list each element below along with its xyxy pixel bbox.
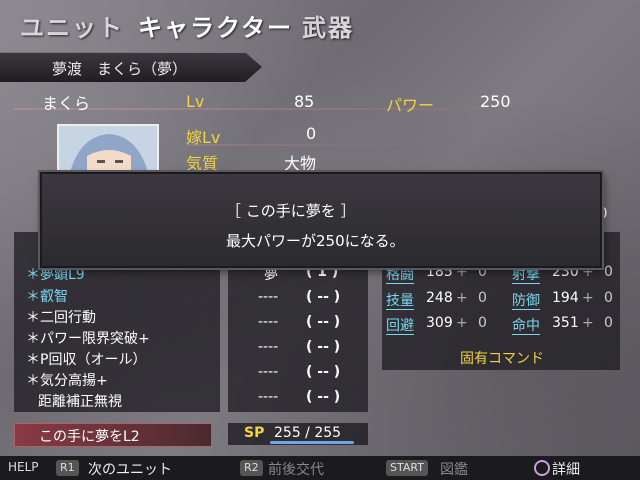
stat-giryou: 技量 248 +0 [386, 290, 487, 310]
tab-weapon[interactable]: 武器 [302, 8, 354, 43]
stat-bonus: 0 [604, 264, 613, 280]
stat-plus: + [582, 315, 594, 331]
tab-unit[interactable]: ユニット [20, 8, 124, 43]
power-label: パワー [386, 96, 435, 115]
start-button-icon: START [386, 460, 428, 476]
tab-character[interactable]: キャラクター [138, 8, 293, 43]
stat-bonus: 0 [604, 315, 613, 331]
skill-item[interactable]: 距離補正無視 [38, 391, 122, 411]
swap-label[interactable]: 前後交代 [268, 459, 324, 479]
unique-command-label[interactable]: 固有コマンド [460, 348, 544, 368]
skill-level-count: ( -- ) [306, 364, 341, 380]
skill-level-mark: ---- [258, 339, 279, 355]
r2-button-icon: R2 [240, 460, 263, 476]
portrait-image [59, 126, 157, 176]
stat-bonus: 0 [478, 315, 487, 331]
dialog-title: ［ この手に夢を ］ [226, 202, 356, 220]
skill-item[interactable]: ＊叡智 [26, 286, 68, 306]
stat-bougyo: 防御 194 +0 [512, 290, 613, 310]
stat-name: 格闘 [386, 267, 414, 284]
skill-level-count: ( -- ) [306, 389, 341, 405]
stat-value: 309 [426, 315, 453, 331]
lv-label: Lv [186, 92, 205, 111]
stat-name: 技量 [386, 293, 414, 310]
skill-level-count: ( -- ) [306, 339, 341, 355]
row-divider [186, 144, 426, 146]
skill-item[interactable]: ＊二回行動 [26, 307, 96, 327]
char-name: まくら [42, 94, 91, 113]
stat-plus: + [582, 290, 594, 306]
stat-value: 248 [426, 290, 453, 306]
skill-level-mark: ---- [258, 389, 279, 405]
command-selector[interactable]: この手に夢をL2 [14, 423, 212, 447]
skill-item[interactable]: ＊パワー限界突破+ [26, 328, 150, 348]
lv-value: 85 [294, 92, 315, 111]
circle-button-icon [534, 460, 550, 476]
skill-level-mark: ---- [258, 364, 279, 380]
power-value: 250 [480, 92, 511, 111]
skill-item[interactable]: ＊P回収（オール） [26, 349, 146, 369]
stat-name: 命中 [512, 318, 540, 335]
command-label: この手に夢をL2 [39, 429, 140, 445]
stat-plus: + [456, 315, 468, 331]
skill-description-dialog: ［ この手に夢を ］ 最大パワーが250になる。 [40, 172, 602, 268]
character-portrait [57, 124, 159, 178]
stat-kaihi: 回避 309 +0 [386, 315, 487, 335]
sp-gauge [270, 441, 354, 444]
name-banner: 夢渡 まくら（夢） [0, 52, 262, 82]
full-name: 夢渡 まくら（夢） [52, 60, 188, 78]
kishitsu-label: 気質 [186, 154, 219, 173]
sp-value: 255 / 255 [274, 425, 342, 441]
top-tab-bar: ユニット キャラクター 武器 [0, 0, 640, 48]
skill-level-count: ( -- ) [306, 289, 341, 305]
sp-label: SP [244, 425, 265, 441]
stat-name: 防御 [512, 293, 540, 310]
header-divider [14, 108, 544, 110]
skill-level-mark: ---- [258, 314, 279, 330]
skill-level-mark: ---- [258, 289, 279, 305]
skill-item[interactable]: ＊気分高揚+ [26, 370, 108, 390]
detail-label[interactable]: 詳細 [552, 459, 580, 479]
yome-value: 0 [306, 124, 317, 143]
stat-name: 射撃 [512, 267, 540, 284]
encyclopedia-label[interactable]: 図鑑 [440, 459, 468, 479]
stat-bonus: 0 [478, 290, 487, 306]
stat-value: 351 [552, 315, 579, 331]
stat-value: 194 [552, 290, 579, 306]
skill-level-count: ( -- ) [306, 314, 341, 330]
stat-bonus: 0 [604, 290, 613, 306]
stat-plus: + [456, 290, 468, 306]
button-help-bar: HELP R1 次のユニット R2 前後交代 START 図鑑 詳細 [0, 456, 640, 480]
dialog-body: 最大パワーが250になる。 [226, 232, 405, 250]
kishitsu-value: 大物 [284, 154, 317, 173]
stat-name: 回避 [386, 318, 414, 335]
sp-display: SP 255 / 255 [228, 423, 368, 445]
next-unit-label[interactable]: 次のユニット [88, 459, 172, 479]
stat-meichuu: 命中 351 +0 [512, 315, 613, 335]
help-label[interactable]: HELP [8, 460, 39, 474]
r1-button-icon: R1 [56, 460, 79, 476]
